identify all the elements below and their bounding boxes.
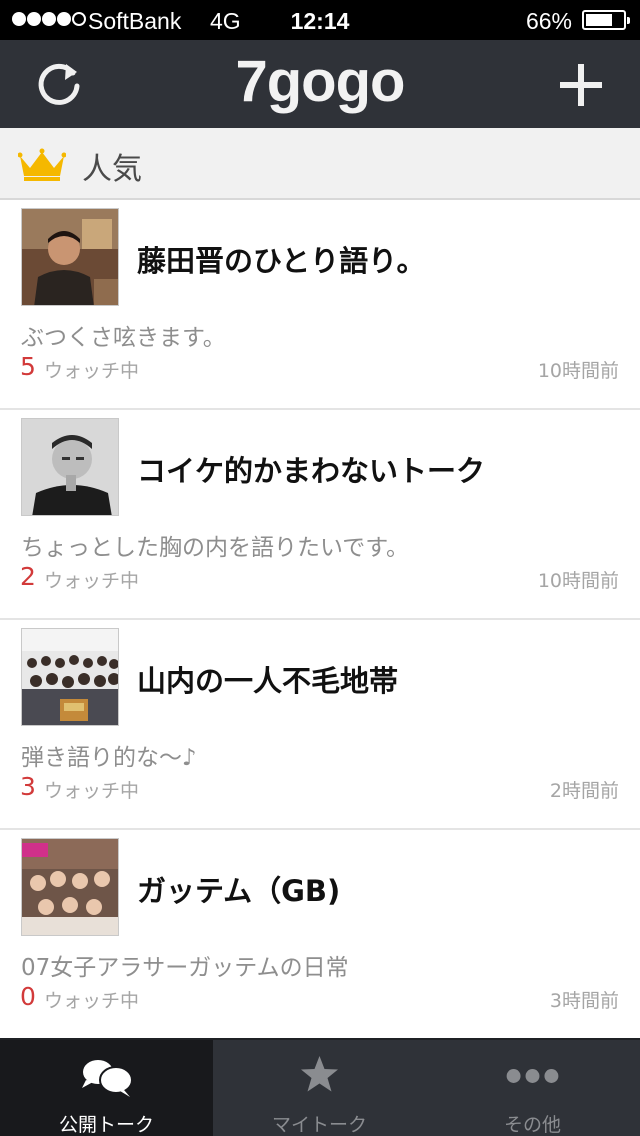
crown-icon bbox=[18, 148, 66, 181]
talk-list-item[interactable]: ガッテム（GB) 07女子アラサーガッテムの日常 0 ウォッチ中 3時間前 bbox=[0, 830, 640, 1040]
talk-timestamp: 3時間前 bbox=[549, 990, 619, 1012]
battery-percent: 66% bbox=[525, 8, 572, 34]
watch-label: ウォッチ中 bbox=[44, 570, 140, 592]
battery-icon bbox=[582, 10, 630, 30]
popular-section-header: 人気 bbox=[0, 128, 640, 200]
add-talk-button[interactable] bbox=[558, 62, 604, 108]
talk-thumbnail bbox=[21, 208, 119, 306]
talk-timestamp: 10時間前 bbox=[537, 570, 619, 592]
watch-count: 0 bbox=[20, 982, 36, 1011]
talk-timestamp: 10時間前 bbox=[537, 360, 619, 382]
talk-list-item[interactable]: コイケ的かまわないトーク ちょっとした胸の内を語りたいです。 2 ウォッチ中 1… bbox=[0, 410, 640, 620]
talk-thumbnail bbox=[21, 418, 119, 516]
talk-title: 山内の一人不毛地帯 bbox=[137, 664, 399, 698]
talk-description: ちょっとした胸の内を語りたいです。 bbox=[21, 535, 410, 561]
watch-label: ウォッチ中 bbox=[44, 990, 140, 1012]
watch-label: ウォッチ中 bbox=[44, 360, 140, 382]
section-title: 人気 bbox=[82, 152, 142, 187]
more-dots-icon bbox=[506, 1069, 559, 1083]
tab-label: 公開トーク bbox=[58, 1114, 154, 1136]
talk-description: 07女子アラサーガッテムの日常 bbox=[21, 955, 349, 981]
talk-description: ぶつくさ呟きます。 bbox=[21, 325, 226, 351]
tab-public-talk[interactable]: 公開トーク bbox=[0, 1040, 213, 1136]
watch-count: 5 bbox=[20, 352, 36, 381]
talk-thumbnail bbox=[21, 838, 119, 936]
tab-label: マイトーク bbox=[271, 1114, 367, 1136]
talk-list: 藤田晋のひとり語り。 ぶつくさ呟きます。 5 ウォッチ中 10時間前 コイケ的か… bbox=[0, 200, 640, 1040]
tab-bar: 公開トーク マイトーク その他 bbox=[0, 1038, 640, 1136]
talk-title: コイケ的かまわないトーク bbox=[137, 454, 486, 488]
watch-count: 2 bbox=[20, 562, 36, 591]
talk-timestamp: 2時間前 bbox=[549, 780, 619, 802]
app-logo: 7gogo bbox=[235, 49, 406, 114]
talk-thumbnail bbox=[21, 628, 119, 726]
plus-icon bbox=[560, 64, 602, 106]
watch-count: 3 bbox=[20, 772, 36, 801]
tab-other[interactable]: その他 bbox=[426, 1040, 639, 1136]
talk-title: 藤田晋のひとり語り。 bbox=[137, 244, 426, 278]
talk-description: 弾き語り的な～♪ bbox=[21, 745, 197, 771]
tab-my-talk[interactable]: マイトーク bbox=[213, 1040, 426, 1136]
nav-bar: 7gogo bbox=[0, 40, 640, 128]
speech-bubbles-icon bbox=[82, 1060, 133, 1097]
talk-list-item[interactable]: 山内の一人不毛地帯 弾き語り的な～♪ 3 ウォッチ中 2時間前 bbox=[0, 620, 640, 830]
talk-list-item[interactable]: 藤田晋のひとり語り。 ぶつくさ呟きます。 5 ウォッチ中 10時間前 bbox=[0, 200, 640, 410]
watch-label: ウォッチ中 bbox=[44, 780, 140, 802]
talk-title: ガッテム（GB) bbox=[137, 874, 341, 908]
tab-label: その他 bbox=[503, 1114, 561, 1136]
status-bar: SoftBank 4G 12:14 66% bbox=[0, 0, 640, 40]
star-icon bbox=[301, 1056, 338, 1092]
